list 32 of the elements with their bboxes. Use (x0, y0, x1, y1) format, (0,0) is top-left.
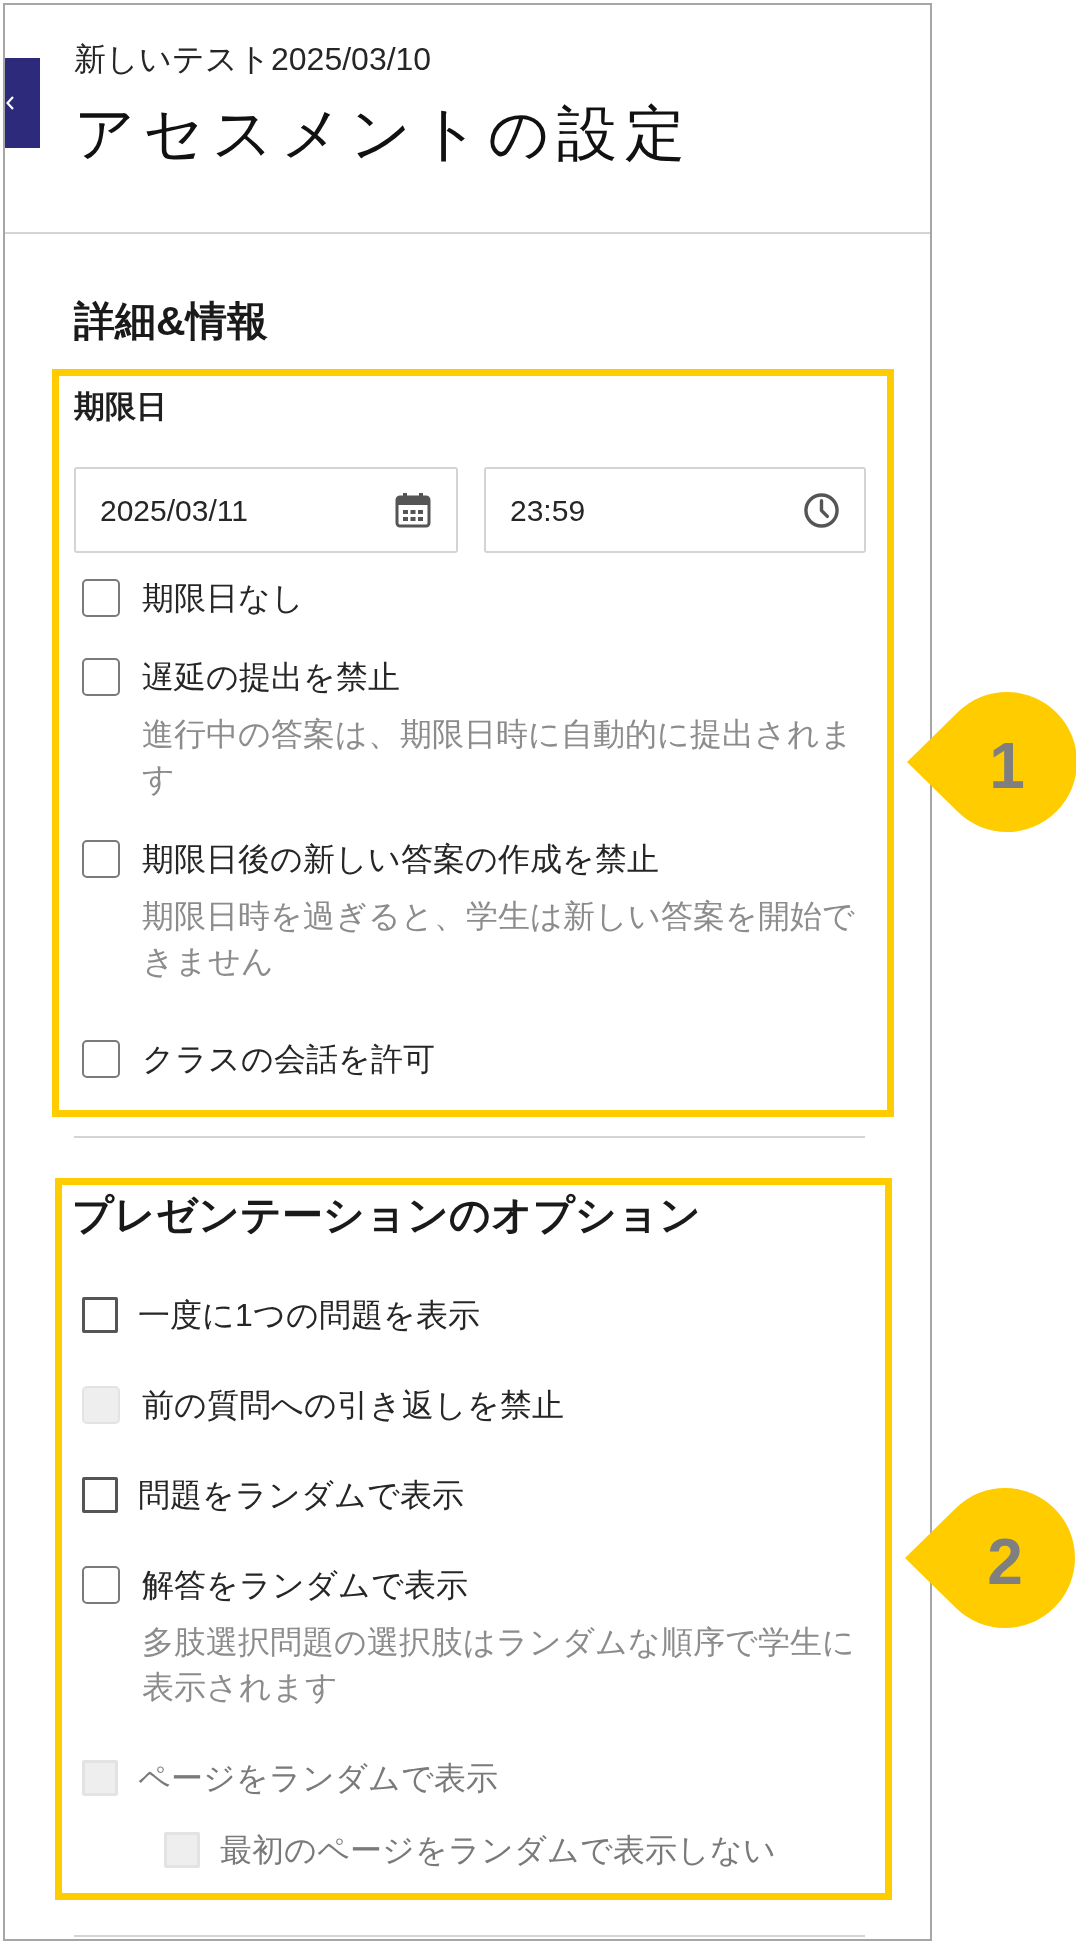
checkbox-label: 期限日なし (142, 579, 304, 618)
subtitle: 新しいテスト2025/03/10 (74, 40, 432, 78)
checkbox-label: ページをランダムで表示 (138, 1759, 498, 1798)
checkbox[interactable] (82, 1477, 118, 1513)
calendar-icon (395, 492, 431, 528)
checkbox[interactable] (82, 1297, 118, 1333)
option-description: 多肢選択問題の選択肢はランダムな順序で学生に表示されます (142, 1623, 856, 1707)
clock-icon (804, 492, 839, 528)
time-field[interactable]: 23:59 (484, 467, 866, 553)
section-heading: プレゼンテーションのオプション (72, 1191, 702, 1239)
checkbox[interactable] (82, 1040, 120, 1078)
checkbox[interactable] (82, 1566, 120, 1604)
checkbox-label: 期限日後の新しい答案の作成を禁止 (142, 840, 660, 879)
checkbox[interactable] (82, 579, 120, 617)
checkbox-label: クラスの会話を許可 (142, 1040, 435, 1079)
checkbox-label: 解答をランダムで表示 (142, 1566, 469, 1605)
date-field[interactable]: 2025/03/11 (74, 467, 458, 553)
callout-number: 2 (987, 1527, 1023, 1597)
option-description: 期限日時を過ぎると、学生は新しい答案を開始できません (142, 897, 856, 981)
page-title: アセスメントの設定 (74, 100, 693, 169)
callout-number: 1 (989, 731, 1025, 801)
checkbox-label: 前の質問への引き返しを禁止 (142, 1386, 564, 1425)
option-description: 進行中の答案は、期限日時に自動的に提出されます (142, 715, 854, 799)
checkbox[interactable] (82, 840, 120, 878)
checkbox[interactable] (82, 658, 120, 696)
checkbox-label: 遅延の提出を禁止 (142, 658, 401, 697)
checkbox-label: 問題をランダムで表示 (138, 1476, 464, 1515)
section-heading: 詳細&情報 (74, 297, 268, 345)
chevron-left-icon (6, 96, 14, 110)
checkbox-label: 一度に1つの問題を表示 (138, 1296, 480, 1335)
field-label: 期限日 (74, 389, 168, 425)
checkbox-label: 最初のページをランダムで表示しない (220, 1831, 776, 1870)
